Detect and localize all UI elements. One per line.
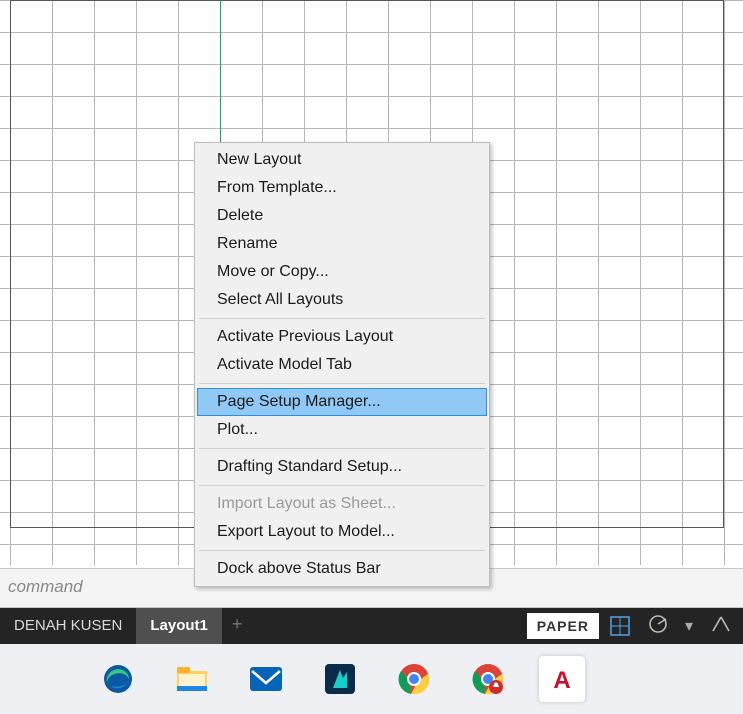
add-layout-tab[interactable]: + (222, 608, 253, 644)
taskbar-filmora-icon[interactable] (317, 656, 363, 702)
taskbar-mail-icon[interactable] (243, 656, 289, 702)
windows-taskbar: A (0, 644, 743, 714)
taskbar-chrome-alt-icon[interactable] (465, 656, 511, 702)
guide-line (220, 0, 221, 145)
menu-page-setup-manager[interactable]: Page Setup Manager... (197, 388, 487, 416)
menu-rename[interactable]: Rename (197, 230, 487, 258)
menu-move-or-copy[interactable]: Move or Copy... (197, 258, 487, 286)
menu-separator (199, 448, 485, 449)
menu-activate-previous-layout[interactable]: Activate Previous Layout (197, 323, 487, 351)
polar-tracking-icon[interactable] (643, 609, 673, 644)
menu-separator (199, 383, 485, 384)
command-prompt-placeholder: command (8, 577, 83, 596)
taskbar-chrome-icon[interactable] (391, 656, 437, 702)
menu-import-layout-as-sheet: Import Layout as Sheet... (197, 490, 487, 518)
tab-layout1[interactable]: Layout1 (136, 608, 222, 644)
menu-separator (199, 318, 485, 319)
menu-delete[interactable]: Delete (197, 202, 487, 230)
status-paper-toggle[interactable]: PAPER (527, 613, 599, 639)
menu-select-all-layouts[interactable]: Select All Layouts (197, 286, 487, 314)
menu-new-layout[interactable]: New Layout (197, 146, 487, 174)
dropdown-caret-icon[interactable]: ▾ (681, 612, 697, 640)
taskbar-edge-icon[interactable] (95, 656, 141, 702)
menu-from-template[interactable]: From Template... (197, 174, 487, 202)
tab-denah-kusen[interactable]: DENAH KUSEN (0, 608, 136, 644)
menu-drafting-standard-setup[interactable]: Drafting Standard Setup... (197, 453, 487, 481)
layout-context-menu: New Layout From Template... Delete Renam… (194, 142, 490, 587)
menu-separator (199, 485, 485, 486)
taskbar-explorer-icon[interactable] (169, 656, 215, 702)
menu-export-layout-to-model[interactable]: Export Layout to Model... (197, 518, 487, 546)
menu-dock-above-status-bar[interactable]: Dock above Status Bar (197, 555, 487, 583)
isodraft-icon[interactable] (705, 609, 735, 644)
menu-activate-model-tab[interactable]: Activate Model Tab (197, 351, 487, 379)
taskbar-autocad-icon[interactable]: A (539, 656, 585, 702)
menu-plot[interactable]: Plot... (197, 416, 487, 444)
grid-display-icon[interactable] (605, 611, 635, 641)
menu-separator (199, 550, 485, 551)
layout-tabs-bar: DENAH KUSEN Layout1 + PAPER ▾ (0, 608, 743, 644)
svg-text:A: A (553, 667, 570, 694)
